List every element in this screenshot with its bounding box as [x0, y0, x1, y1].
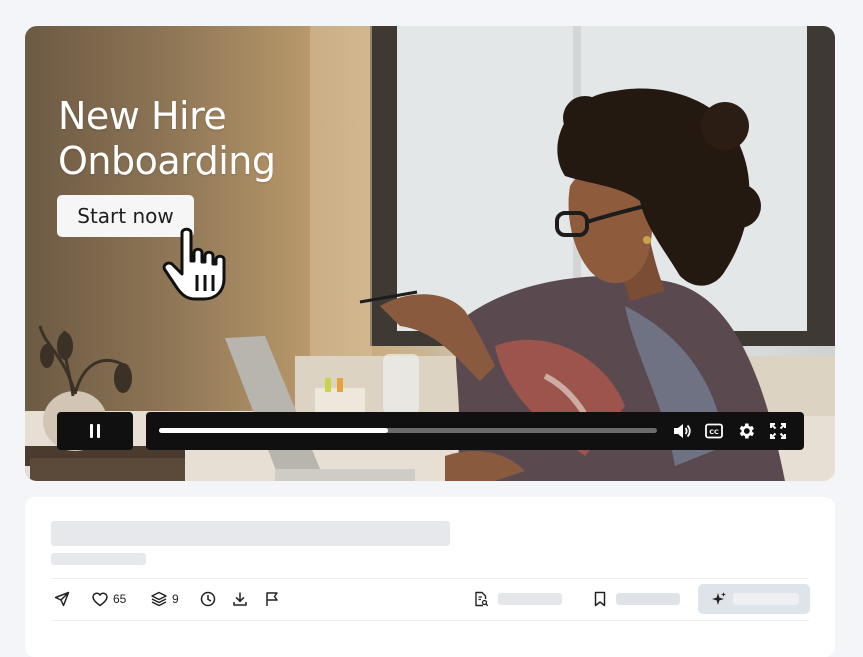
title-placeholder [51, 521, 450, 546]
pause-button[interactable] [57, 412, 133, 450]
likes-count: 65 [113, 592, 127, 606]
watch-later-button[interactable] [200, 588, 216, 610]
like-button[interactable]: 65 [92, 588, 126, 610]
subtitle-placeholder [51, 553, 146, 565]
ai-assist-button[interactable] [698, 584, 810, 614]
progress-fill [159, 428, 389, 433]
volume-button[interactable] [671, 420, 693, 442]
ai-label-placeholder [733, 593, 799, 605]
bookmark-icon [594, 591, 606, 607]
svg-text:CC: CC [709, 428, 719, 436]
pointer-hand-icon [162, 227, 226, 301]
captions-button[interactable]: CC [703, 420, 725, 442]
fullscreen-button[interactable] [767, 420, 789, 442]
fullscreen-icon [770, 423, 786, 439]
doc-search-icon [475, 591, 489, 607]
video-controls: CC [146, 412, 804, 450]
sparkle-icon [712, 592, 726, 605]
flag-icon [266, 592, 278, 606]
video-info-card: 65 9 [25, 497, 835, 657]
pause-icon [90, 424, 100, 438]
transcript-button[interactable] [473, 588, 562, 610]
clock-icon [200, 591, 216, 607]
bookmark-label-placeholder [616, 593, 680, 605]
layers-icon [151, 591, 167, 607]
video-title: New Hire Onboarding [58, 94, 276, 183]
transcript-label-placeholder [498, 593, 562, 605]
divider-bottom [51, 620, 809, 621]
report-button[interactable] [264, 588, 280, 610]
send-icon [54, 591, 70, 607]
video-player[interactable]: New Hire Onboarding Start now CC [25, 26, 835, 481]
settings-button[interactable] [735, 420, 757, 442]
divider [51, 578, 809, 579]
progress-bar[interactable] [159, 428, 657, 433]
heart-icon [92, 591, 108, 606]
share-button[interactable] [54, 588, 70, 610]
layers-button[interactable]: 9 [151, 588, 179, 610]
volume-icon [674, 424, 691, 438]
download-icon [233, 592, 247, 606]
download-button[interactable] [232, 588, 248, 610]
layers-count: 9 [172, 592, 179, 606]
cc-icon: CC [705, 423, 723, 439]
bookmark-button[interactable] [593, 588, 680, 610]
settings-icon [739, 423, 754, 439]
